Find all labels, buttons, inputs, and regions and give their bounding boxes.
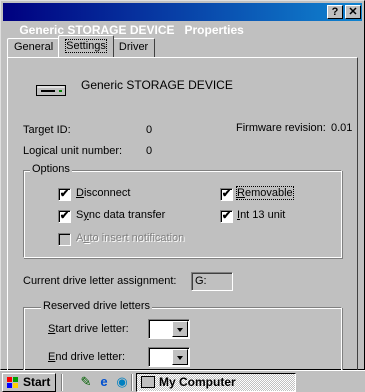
firmware-label: Firmware revision: xyxy=(236,122,326,134)
start-drive-letter-label: Start drive letter: xyxy=(48,323,129,335)
start-drive-dropdown-icon[interactable] xyxy=(172,321,188,337)
options-legend: Options xyxy=(30,163,72,175)
auto-insert-checkbox[interactable] xyxy=(58,233,71,246)
current-drive-letter-label: Current drive letter assignment: xyxy=(23,275,177,287)
sync-transfer-label[interactable]: Sync data transfer xyxy=(76,209,165,221)
tab-settings-label: Settings xyxy=(65,39,107,53)
removable-checkbox[interactable]: ✔ xyxy=(220,188,233,201)
end-drive-dropdown-icon[interactable] xyxy=(172,349,188,365)
disconnect-label[interactable]: Disconnect xyxy=(76,187,130,199)
windows-logo-icon xyxy=(7,377,18,388)
disconnect-checkbox[interactable]: ✔ xyxy=(58,188,71,201)
start-label: Start xyxy=(23,375,51,389)
drive-icon xyxy=(36,85,66,96)
computer-icon xyxy=(141,376,155,388)
tab-settings[interactable]: Settings xyxy=(58,35,114,57)
auto-insert-label: Auto insert notification xyxy=(76,232,185,244)
internet-explorer-icon[interactable]: e xyxy=(96,374,112,390)
channels-icon[interactable]: ◉ xyxy=(114,374,130,390)
current-drive-letter-value: G: xyxy=(191,272,233,291)
lun-value: 0 xyxy=(146,145,153,157)
target-id-value: 0 xyxy=(146,124,153,136)
end-drive-letter-select[interactable] xyxy=(148,347,190,367)
properties-dialog: Generic STORAGE DEVICE Properties ? ✕ Ge… xyxy=(0,0,365,377)
int13-label[interactable]: Int 13 unit xyxy=(237,209,285,221)
start-button[interactable]: Start xyxy=(2,373,56,392)
sync-transfer-checkbox[interactable]: ✔ xyxy=(58,210,71,223)
tab-driver[interactable]: Driver xyxy=(111,38,156,57)
tab-strip: General Settings Driver xyxy=(7,35,156,57)
help-button[interactable]: ? xyxy=(327,5,343,19)
firmware-value: 0.01 xyxy=(331,122,353,134)
start-drive-letter-select[interactable] xyxy=(148,319,190,339)
desktop-icon[interactable]: ✎ xyxy=(78,374,94,390)
task-label: My Computer xyxy=(159,375,236,389)
taskbar-separator xyxy=(61,374,63,391)
lun-label: Logical unit number: xyxy=(23,145,123,157)
device-name: Generic STORAGE DEVICE xyxy=(81,78,233,92)
tab-general[interactable]: General xyxy=(7,38,61,57)
end-drive-letter-label: End drive letter: xyxy=(48,351,126,363)
close-button[interactable]: ✕ xyxy=(345,5,361,19)
taskbar-separator-2 xyxy=(131,374,133,391)
removable-label[interactable]: Removable xyxy=(236,186,294,200)
reserved-letters-legend: Reserved drive letters xyxy=(41,300,152,312)
int13-checkbox[interactable]: ✔ xyxy=(220,210,233,223)
taskbar: Start ✎ e ◉ My Computer xyxy=(0,370,365,392)
target-id-label: Target ID: xyxy=(23,124,71,136)
title-bar[interactable]: Generic STORAGE DEVICE Properties ? ✕ xyxy=(3,3,362,37)
my-computer-task-button[interactable]: My Computer xyxy=(136,373,296,392)
